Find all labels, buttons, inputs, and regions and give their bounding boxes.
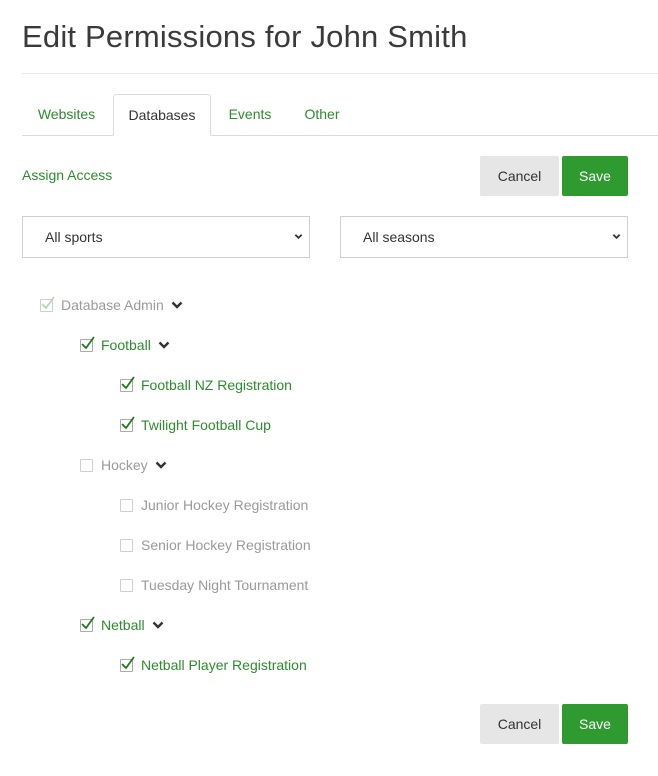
checkmark-icon bbox=[81, 335, 95, 349]
tree-leaf-junior-hockey-registration: Junior Hockey Registration bbox=[120, 495, 308, 515]
chevron-down-icon[interactable] bbox=[171, 300, 183, 310]
tree-leaf-tuesday-night-tournament: Tuesday Night Tournament bbox=[120, 575, 308, 595]
title-divider bbox=[22, 73, 658, 74]
netball-checkbox[interactable] bbox=[80, 615, 95, 632]
tree-leaf-label: Twilight Football Cup bbox=[141, 417, 271, 433]
leaf-checkbox[interactable] bbox=[120, 415, 135, 432]
tree-leaf-label: Junior Hockey Registration bbox=[141, 497, 309, 513]
leaf-checkbox[interactable] bbox=[120, 375, 135, 392]
leaf-checkbox[interactable] bbox=[120, 498, 133, 512]
checkmark-icon bbox=[41, 295, 55, 309]
cancel-button-top[interactable]: Cancel bbox=[480, 156, 559, 196]
sport-select-value: All sports bbox=[45, 229, 103, 245]
tree-node-root: Database Admin bbox=[40, 295, 183, 315]
tree-leaf-netball-player-registration: Netball Player Registration bbox=[120, 655, 307, 675]
tree-node-netball: Netball bbox=[80, 615, 164, 635]
season-select[interactable]: All seasons bbox=[340, 216, 628, 258]
hockey-checkbox[interactable] bbox=[80, 458, 93, 472]
root-checkbox[interactable] bbox=[40, 295, 55, 312]
tree-leaf-label: Netball Player Registration bbox=[141, 657, 307, 673]
save-button-top[interactable]: Save bbox=[562, 156, 628, 196]
tab-events[interactable]: Events bbox=[216, 94, 284, 135]
chevron-down-icon[interactable] bbox=[155, 460, 167, 470]
checkmark-icon bbox=[121, 655, 135, 669]
checkmark-icon bbox=[121, 375, 135, 389]
page-title: Edit Permissions for John Smith bbox=[22, 19, 468, 54]
leaf-checkbox[interactable] bbox=[120, 538, 133, 552]
tree-node-label: Football bbox=[101, 337, 151, 353]
tree-node-football: Football bbox=[80, 335, 170, 355]
leaf-checkbox[interactable] bbox=[120, 578, 133, 592]
tree-leaf-twilight-football-cup: Twilight Football Cup bbox=[120, 415, 271, 435]
tree-node-label: Netball bbox=[101, 617, 145, 633]
tab-databases[interactable]: Databases bbox=[113, 94, 211, 136]
checkmark-icon bbox=[121, 415, 135, 429]
tree-leaf-label: Tuesday Night Tournament bbox=[141, 577, 309, 593]
checkmark-icon bbox=[81, 615, 95, 629]
chevron-down-icon[interactable] bbox=[152, 620, 164, 630]
tree-leaf-senior-hockey-registration: Senior Hockey Registration bbox=[120, 535, 311, 555]
tree-node-label: Database Admin bbox=[61, 297, 164, 313]
tree-node-label: Hockey bbox=[101, 457, 148, 473]
tree-leaf-label: Senior Hockey Registration bbox=[141, 537, 311, 553]
assign-access-link[interactable]: Assign Access bbox=[22, 167, 112, 183]
chevron-down-icon bbox=[612, 234, 621, 240]
tab-bar: Websites Databases Events Other bbox=[22, 94, 658, 136]
leaf-checkbox[interactable] bbox=[120, 655, 135, 672]
tree-leaf-football-nz-registration: Football NZ Registration bbox=[120, 375, 292, 395]
save-button-bottom[interactable]: Save bbox=[562, 704, 628, 744]
chevron-down-icon[interactable] bbox=[158, 340, 170, 350]
season-select-value: All seasons bbox=[363, 229, 435, 245]
tab-other[interactable]: Other bbox=[292, 94, 352, 135]
sport-select[interactable]: All sports bbox=[22, 216, 310, 258]
cancel-button-bottom[interactable]: Cancel bbox=[480, 704, 559, 744]
tree-node-hockey: Hockey bbox=[80, 455, 167, 475]
football-checkbox[interactable] bbox=[80, 335, 95, 352]
chevron-down-icon bbox=[294, 234, 303, 240]
tree-leaf-label: Football NZ Registration bbox=[141, 377, 292, 393]
tab-websites[interactable]: Websites bbox=[22, 94, 111, 135]
